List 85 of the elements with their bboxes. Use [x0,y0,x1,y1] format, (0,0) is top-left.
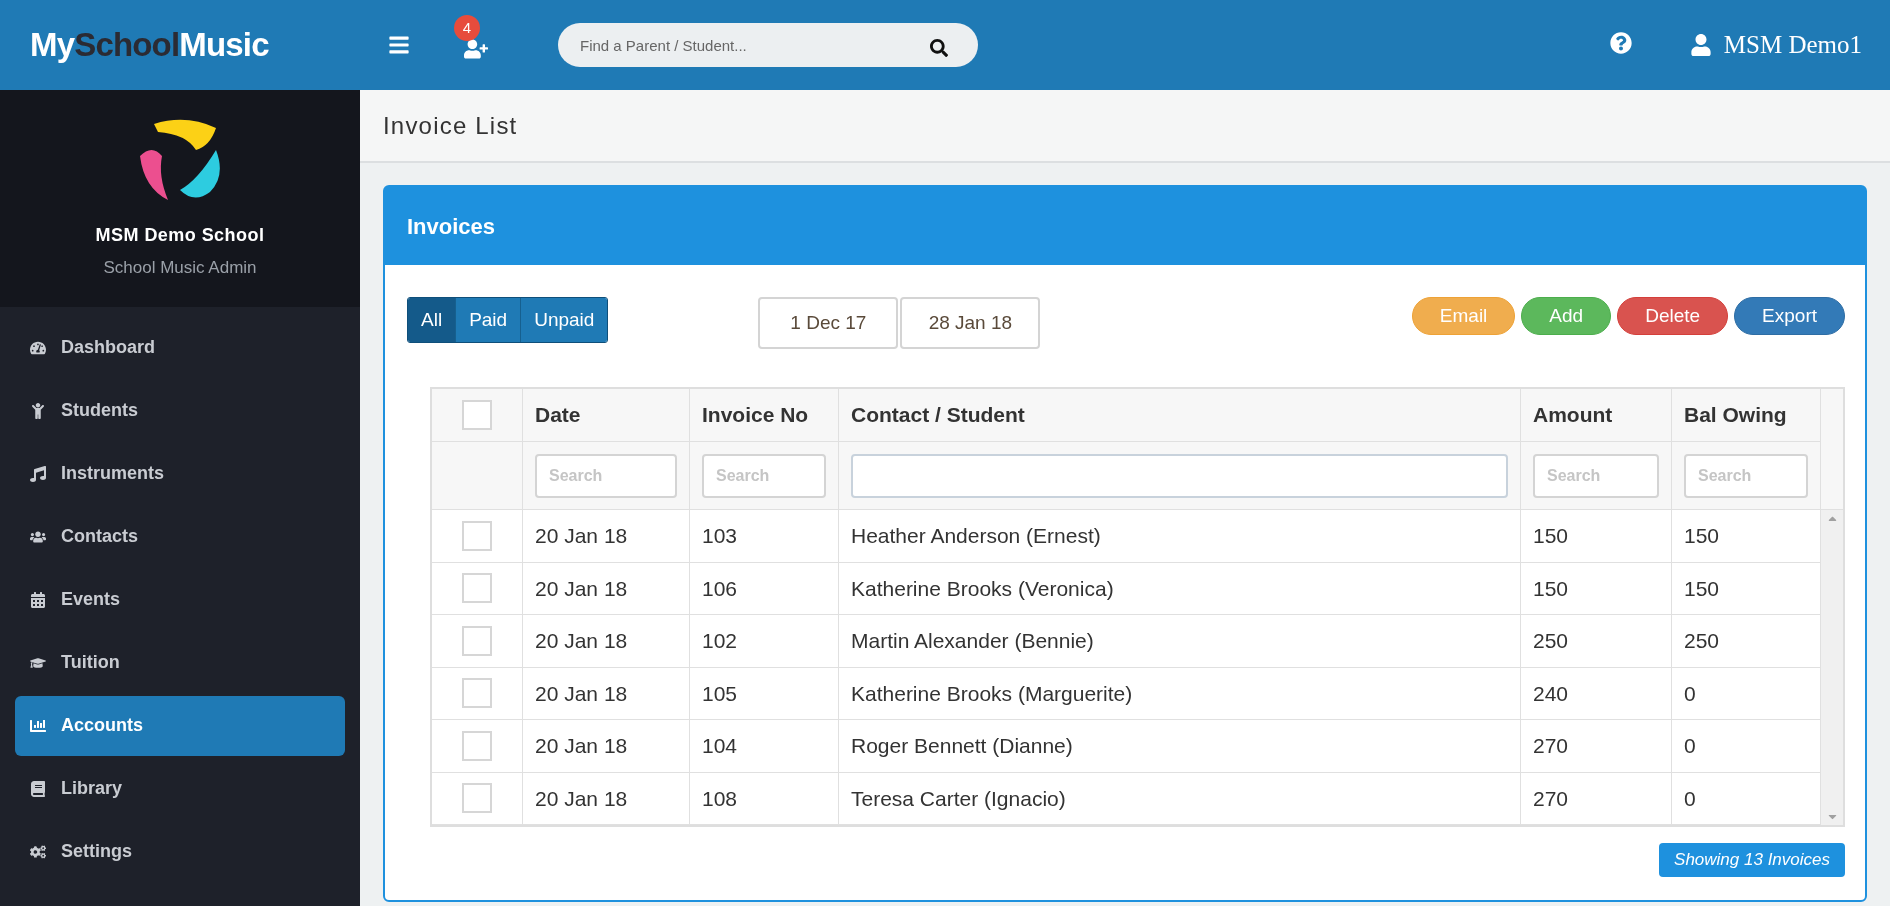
menu-icon[interactable] [388,34,410,56]
column-search-field[interactable]: Search [535,453,677,498]
calendar-icon [30,591,46,608]
sidebar-item[interactable]: Dashboard [15,317,345,378]
notification-badge: 4 [454,15,480,41]
school-name: MSM Demo School [95,224,265,247]
table-cell-text: 105 [702,680,738,707]
table-cell-text: 250 [1533,628,1569,654]
table-cell-text: 250 [1684,628,1720,654]
checkbox[interactable] [462,730,492,761]
table-cell-text: 108 [702,785,738,812]
filter-tab[interactable]: All [408,298,456,342]
checkbox[interactable] [462,573,492,604]
checkbox[interactable] [462,783,492,814]
table-cell-text: 104 [702,733,738,759]
scrollbar[interactable] [1821,510,1843,825]
table-cell-text: 240 [1533,680,1569,707]
music-note-icon [30,465,46,482]
table-cell-text: 103 [702,523,738,549]
checkbox[interactable] [462,625,492,656]
column-search-field[interactable]: Search [702,453,826,498]
table-cell-text: 0 [1684,733,1696,759]
table-cell-text: 150 [1533,575,1569,602]
column-search-field[interactable]: Search [1684,453,1808,498]
bar-chart-icon [30,717,46,734]
table-cell-text: 270 [1533,733,1569,759]
column-search-field[interactable]: Search [1533,453,1659,498]
gears-icon [30,843,46,860]
user-name[interactable]: MSM Demo1 [1723,26,1862,64]
child-figure-icon [30,402,46,419]
help-icon[interactable] [1609,32,1632,54]
date-field[interactable]: 1 Dec 17 [758,297,899,349]
table-cell-text: 0 [1684,785,1696,812]
table-cell-text: Roger Bennett (Dianne) [851,733,1073,759]
sidebar-item[interactable]: Settings [15,821,345,882]
dashboard-gauge-icon [30,339,46,356]
table-cell-text: Katherine Brooks (Marguerite) [851,680,1133,707]
column-header[interactable]: Date [535,399,581,431]
table-cell-text: 20 Jan 18 [535,785,628,812]
sidebar-item[interactable]: Accounts [15,695,345,756]
card-title: Invoices [407,212,496,241]
table-cell-text: Heather Anderson (Ernest) [851,523,1101,549]
sidebar-item[interactable]: Events [15,569,345,630]
filter-tab[interactable]: Paid [455,298,521,342]
column-header[interactable]: Amount [1533,399,1613,431]
sidebar-item[interactable]: Library [15,758,345,819]
table-cell-text: Teresa Carter (Ignacio) [851,785,1066,812]
table-cell-text: 150 [1684,575,1720,602]
date-field[interactable]: 28 Jan 18 [900,297,1041,349]
action-button[interactable]: Export [1734,297,1845,335]
table-cell-text: 20 Jan 18 [535,680,628,707]
page-title: Invoice List [383,110,518,141]
checkbox[interactable] [462,400,492,430]
table-cell-text: 20 Jan 18 [535,523,628,549]
add-user-icon[interactable] [464,37,488,61]
logo[interactable]: MySchoolMusic [30,20,269,70]
table-cell-text: 0 [1684,680,1696,707]
table-cell-text: 102 [702,628,738,654]
table-cell-text: 20 Jan 18 [535,575,628,602]
table-cell-text: 270 [1533,785,1569,812]
sidebar-item[interactable]: Tuition [15,632,345,693]
invoice-count-badge: Showing 13 Invoices [1659,843,1845,877]
sidebar-item[interactable]: Contacts [15,506,345,567]
column-header[interactable]: Invoice No [702,399,809,431]
school-subtitle: School Music Admin [103,257,257,279]
column-search-field[interactable] [851,453,1508,498]
search-icon[interactable] [930,39,948,57]
table-cell-text: Katherine Brooks (Veronica) [851,575,1114,602]
checkbox[interactable] [462,520,492,551]
table-cell-text: Martin Alexander (Bennie) [851,628,1094,654]
table-cell-text: 20 Jan 18 [535,733,628,759]
sidebar-item[interactable]: Instruments [15,443,345,504]
action-button[interactable]: Delete [1617,297,1729,335]
filter-tab[interactable]: Unpaid [520,298,608,342]
table-cell-text: 20 Jan 18 [535,628,628,654]
parent-student-search-field[interactable]: Find a Parent / Student... [558,23,978,67]
table-cell-text: 106 [702,575,738,602]
book-icon [30,780,46,797]
table-cell-text: 150 [1533,523,1569,549]
checkbox[interactable] [462,678,492,709]
table-cell-text: 150 [1684,523,1720,549]
column-header[interactable]: Bal Owing [1684,399,1787,431]
user-icon[interactable] [1689,34,1712,56]
column-header[interactable]: Contact / Student [851,399,1025,431]
sidebar-item[interactable]: Students [15,380,345,441]
